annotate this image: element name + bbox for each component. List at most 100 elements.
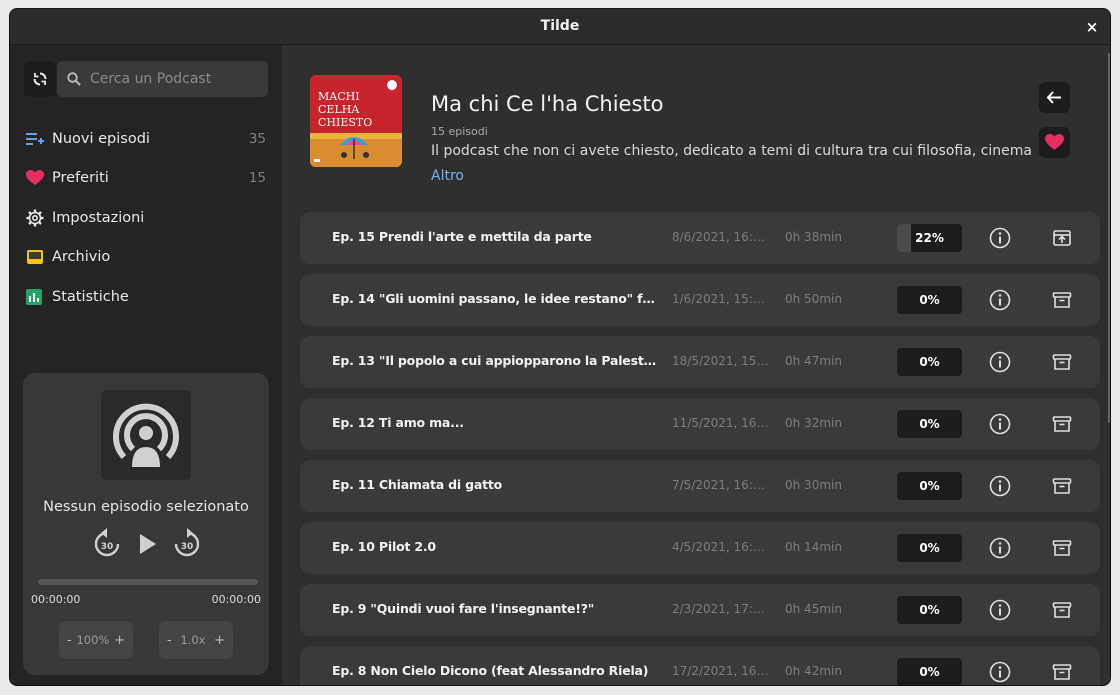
episode-row[interactable]: Ep. 12 Ti amo ma... 11/5/2021, 16:00:...… [300,398,1100,450]
speed-increase-button[interactable]: + [214,633,225,648]
episode-progress: 0% [897,534,962,562]
episode-row[interactable]: Ep. 15 Prendi l'arte e mettila da parte … [300,212,1100,264]
episode-archive-button[interactable] [1052,414,1072,438]
episode-progress: 0% [897,410,962,438]
volume-decrease-button[interactable]: - [67,633,72,648]
episode-archive-button[interactable] [1052,476,1072,500]
heart-icon [26,170,52,186]
stats-icon [26,289,52,305]
volume-stepper: - 100% + [59,621,133,659]
podcast-header: MACHI CELHA CHIESTO Ma chi Ce l'ha Chies… [282,45,1110,203]
episode-archive-button[interactable] [1052,228,1072,252]
episode-info-button[interactable] [989,413,1011,439]
episode-title: Ep. 9 "Quindi vuoi fare l'insegnante!?" [332,601,595,616]
episode-progress: 0% [897,472,962,500]
episode-title: Ep. 11 Chiamata di gatto [332,477,503,492]
episode-info-button[interactable] [989,661,1011,685]
episode-archive-button[interactable] [1052,662,1072,685]
sidebar-item-statistics[interactable]: Statistiche [26,280,266,314]
volume-increase-button[interactable]: + [114,633,125,648]
show-more-link[interactable]: Altro [431,168,464,184]
app-window: Tilde × Cerca un Podcast Nuovi episodi 3… [9,8,1111,686]
gear-icon [26,209,52,227]
heart-icon [1045,134,1064,150]
playback-progress-bar[interactable] [38,579,258,585]
sidebar-item-label: Archivio [52,249,111,265]
sidebar-item-favorites[interactable]: Preferiti 15 [26,161,266,195]
close-icon[interactable]: × [1082,17,1102,37]
episode-cover-placeholder [101,390,191,480]
episode-info-button[interactable] [989,537,1011,563]
sidebar-item-settings[interactable]: Impostazioni [26,201,266,235]
info-icon [989,661,1011,683]
episode-title: Ep. 10 Pilot 2.0 [332,539,436,554]
player-panel: Nessun episodio selezionato 30 30 00:00:… [23,373,269,675]
podcast-cover: MACHI CELHA CHIESTO [310,75,402,167]
episode-archive-button[interactable] [1052,352,1072,376]
episode-date: 4/5/2021, 16:14:... [672,540,772,554]
episode-row[interactable]: Ep. 11 Chiamata di gatto 7/5/2021, 16:00… [300,460,1100,512]
episode-progress-label: 0% [919,541,940,555]
favorite-button[interactable] [1039,127,1070,158]
skip-forward-icon: 30 [174,528,200,557]
episode-row[interactable]: Ep. 14 "Gli uomini passano, le idee rest… [300,274,1100,326]
scrollbar-thumb[interactable] [1108,53,1110,423]
skip-back-button[interactable]: 30 [93,527,121,563]
episode-archive-button[interactable] [1052,600,1072,624]
episode-progress: 0% [897,348,962,376]
skip-forward-button[interactable]: 30 [173,527,201,563]
search-input[interactable] [90,61,262,97]
speed-decrease-button[interactable]: - [167,633,172,648]
skip-back-icon: 30 [94,528,120,557]
episode-info-button[interactable] [989,351,1011,377]
sidebar-item-new-episodes[interactable]: Nuovi episodi 35 [26,122,266,156]
time-total: 00:00:00 [211,593,261,606]
podcast-description: Il podcast che non ci avete chiesto, ded… [431,143,1031,159]
sidebar-item-count: 35 [248,131,266,147]
episode-row[interactable]: Ep. 13 "Il popolo a cui appiopparono la … [300,336,1100,388]
episode-row[interactable]: Ep. 10 Pilot 2.0 4/5/2021, 16:14:... 0h … [300,522,1100,574]
episode-info-button[interactable] [989,475,1011,501]
episode-progress: 22% [897,224,962,252]
time-elapsed: 00:00:00 [31,593,81,606]
episode-title: Ep. 14 "Gli uomini passano, le idee rest… [332,291,660,306]
cover-text-line: MACHI [318,90,360,103]
archive-icon [1052,602,1072,618]
archive-icon [1052,478,1072,494]
archive-inbox-icon [26,249,52,265]
episode-duration: 0h 50min [785,292,842,306]
episode-date: 7/5/2021, 16:00:... [672,478,772,492]
episode-archive-button[interactable] [1052,290,1072,314]
refresh-button[interactable] [24,61,56,97]
sidebar-item-label: Statistiche [52,289,129,305]
episode-info-button[interactable] [989,227,1011,253]
speed-value: 1.0x [180,633,206,647]
back-button[interactable] [1039,82,1070,113]
scrollbar[interactable] [1106,45,1110,685]
archive-icon [1052,292,1072,308]
playback-controls: 30 30 [93,527,203,561]
arrow-left-icon [1046,91,1061,104]
unarchive-icon [1053,230,1071,246]
play-button[interactable] [138,533,158,559]
episode-progress-label: 0% [919,479,940,493]
refresh-icon [33,72,47,86]
episode-info-button[interactable] [989,289,1011,315]
episode-row[interactable]: Ep. 9 "Quindi vuoi fare l'insegnante!?" … [300,584,1100,636]
episode-progress: 0% [897,286,962,314]
info-icon [989,413,1011,435]
podcast-icon [113,403,179,467]
sidebar-item-archive[interactable]: Archivio [26,240,266,274]
episode-row[interactable]: Ep. 8 Non Cielo Dicono (feat Alessandro … [300,646,1100,685]
search-box [57,61,268,97]
episode-duration: 0h 38min [785,230,842,244]
archive-icon [1052,416,1072,432]
cover-text-line: CELHA [318,103,360,116]
episode-archive-button[interactable] [1052,538,1072,562]
episode-info-button[interactable] [989,599,1011,625]
sidebar-item-label: Impostazioni [52,210,145,226]
search-icon [67,72,81,86]
archive-icon [1052,540,1072,556]
speed-stepper: - 1.0x + [159,621,233,659]
episode-duration: 0h 45min [785,602,842,616]
